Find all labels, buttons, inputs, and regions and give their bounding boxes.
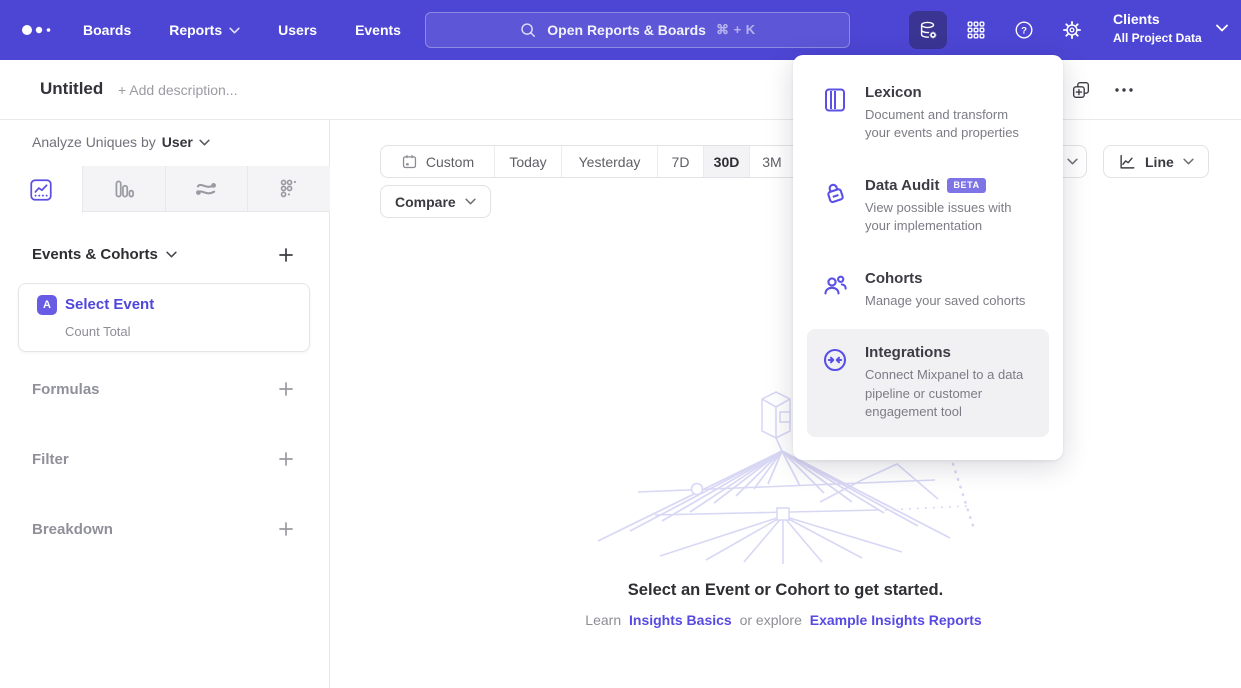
chart-type-dropdown[interactable]: Line: [1103, 145, 1209, 178]
query-builder-sidebar: Analyze Uniques by User: [0, 120, 330, 688]
add-formula-button[interactable]: [276, 379, 296, 399]
analyze-label: Analyze Uniques by: [32, 134, 156, 150]
copy-icon: [1070, 79, 1092, 101]
chevron-down-icon: [1183, 158, 1194, 165]
project-switcher[interactable]: Clients All Project Data: [1113, 10, 1228, 46]
example-reports-link[interactable]: Example Insights Reports: [810, 612, 982, 628]
gear-icon: [1061, 19, 1083, 41]
date-range-today[interactable]: Today: [495, 146, 562, 177]
analyze-value-dropdown[interactable]: User: [162, 134, 210, 150]
project-name: All Project Data: [1113, 30, 1202, 47]
chevron-down-icon: [1216, 24, 1228, 32]
add-event-button[interactable]: [276, 245, 296, 265]
events-cohorts-header[interactable]: Events & Cohorts: [32, 246, 177, 263]
filter-label: Filter: [32, 451, 69, 468]
svg-text:?: ?: [1021, 26, 1027, 37]
chevron-down-icon: [166, 251, 177, 258]
formulas-label: Formulas: [32, 381, 100, 398]
add-filter-button[interactable]: [276, 449, 296, 469]
chart-type-tabs: [0, 166, 330, 212]
search-icon: [519, 21, 537, 39]
nav-events[interactable]: Events: [355, 22, 401, 38]
chevron-down-icon: [1067, 158, 1078, 165]
top-navigation-bar: Boards Reports Users Events Open Reports…: [0, 0, 1241, 60]
search-input[interactable]: Open Reports & Boards ⌘ + K: [425, 12, 850, 48]
report-title[interactable]: Untitled: [40, 79, 103, 99]
database-gear-icon: [917, 19, 939, 41]
grid-icon: [965, 19, 987, 41]
help-icon: ?: [1013, 19, 1035, 41]
analyze-uniques-row: Analyze Uniques by User: [32, 134, 210, 150]
org-name: Clients: [1113, 10, 1202, 30]
ellipsis-icon: [1112, 78, 1136, 102]
menu-item-integrations[interactable]: Integrations Connect Mixpanel to a data …: [807, 329, 1049, 436]
duplicate-report-button[interactable]: [1069, 78, 1093, 102]
report-canvas: Custom Today Yesterday 7D 30D 3M 6M Comp…: [330, 120, 1241, 688]
select-event-card[interactable]: A Select Event Count Total: [18, 283, 310, 352]
nav-users[interactable]: Users: [278, 22, 317, 38]
select-event-label: Select Event: [65, 296, 154, 313]
tab-flows[interactable]: [166, 166, 249, 211]
beta-badge: BETA: [947, 178, 985, 193]
dot-grid-tab-icon: [276, 176, 302, 202]
chevron-down-icon: [199, 139, 210, 146]
more-options-button[interactable]: [1112, 78, 1136, 102]
lexicon-book-icon: [821, 84, 849, 143]
mixpanel-logo-icon[interactable]: [20, 22, 56, 38]
line-chart-icon: [1118, 153, 1136, 171]
series-a-badge: A: [37, 295, 57, 315]
chevron-down-icon: [229, 27, 240, 34]
add-breakdown-button[interactable]: [276, 519, 296, 539]
data-audit-lock-icon: [821, 177, 849, 236]
search-shortcut: ⌘ + K: [716, 22, 756, 38]
bar-chart-tab-icon: [111, 176, 137, 202]
tab-insights-line[interactable]: [0, 166, 83, 213]
date-range-7d[interactable]: 7D: [658, 146, 704, 177]
data-management-menu: Lexicon Document and transform your even…: [793, 55, 1063, 460]
data-management-button[interactable]: [909, 11, 947, 49]
insights-basics-link[interactable]: Insights Basics: [629, 612, 732, 628]
date-range-3m[interactable]: 3M: [750, 146, 795, 177]
help-button[interactable]: ?: [1005, 11, 1043, 49]
nav-boards[interactable]: Boards: [83, 22, 131, 38]
nav-reports[interactable]: Reports: [169, 22, 240, 38]
search-placeholder: Open Reports & Boards: [547, 22, 706, 38]
report-description-placeholder[interactable]: + Add description...: [118, 82, 237, 98]
mixpanel-app: Boards Reports Users Events Open Reports…: [0, 0, 1241, 688]
count-total-label: Count Total: [65, 324, 131, 339]
calendar-icon: [401, 153, 418, 170]
date-range-30d[interactable]: 30D: [704, 146, 750, 177]
settings-button[interactable]: [1053, 11, 1091, 49]
menu-item-lexicon[interactable]: Lexicon Document and transform your even…: [807, 69, 1049, 158]
compare-dropdown[interactable]: Compare: [380, 185, 491, 218]
breakdown-label: Breakdown: [32, 521, 113, 538]
line-chart-tab-icon: [28, 177, 54, 203]
tab-retention-grid[interactable]: [248, 166, 330, 211]
flows-tab-icon: [193, 176, 219, 202]
menu-item-cohorts[interactable]: Cohorts Manage your saved cohorts: [807, 255, 1049, 325]
date-range-yesterday[interactable]: Yesterday: [562, 146, 658, 177]
apps-grid-button[interactable]: [957, 11, 995, 49]
menu-item-data-audit[interactable]: Data Audit BETA View possible issues wit…: [807, 162, 1049, 251]
integrations-sync-icon: [821, 344, 849, 421]
date-range-custom[interactable]: Custom: [381, 146, 495, 177]
primary-nav: Boards Reports Users Events: [83, 0, 401, 60]
tab-bar-chart[interactable]: [83, 166, 166, 211]
cohorts-people-icon: [821, 270, 849, 310]
empty-state-links: Learn Insights Basics or explore Example…: [330, 612, 1241, 628]
chevron-down-icon: [465, 198, 476, 205]
empty-state-title: Select an Event or Cohort to get started…: [330, 581, 1241, 600]
